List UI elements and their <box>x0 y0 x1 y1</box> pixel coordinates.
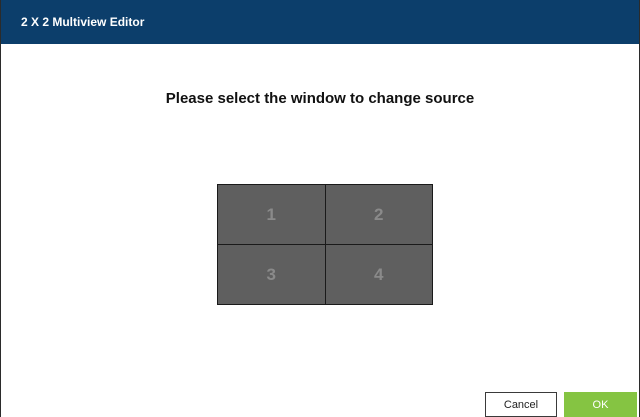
window-3[interactable]: 3 <box>218 245 325 304</box>
window-3-label: 3 <box>266 264 276 284</box>
window-4-label: 4 <box>374 264 384 284</box>
window-1[interactable]: 1 <box>218 185 325 244</box>
window-2[interactable]: 2 <box>325 185 432 244</box>
window-1-label: 1 <box>266 204 276 224</box>
window-4[interactable]: 4 <box>325 245 432 304</box>
multiview-window-grid: 1 2 3 4 <box>217 184 433 305</box>
instruction-text: Please select the window to change sourc… <box>165 90 475 107</box>
ok-button[interactable]: OK <box>564 392 637 417</box>
multiview-editor-dialog: 2 X 2 Multiview Editor Please select the… <box>0 0 640 417</box>
window-2-label: 2 <box>374 204 384 224</box>
cancel-button[interactable]: Cancel <box>485 392 557 417</box>
dialog-title: 2 X 2 Multiview Editor <box>1 0 639 44</box>
